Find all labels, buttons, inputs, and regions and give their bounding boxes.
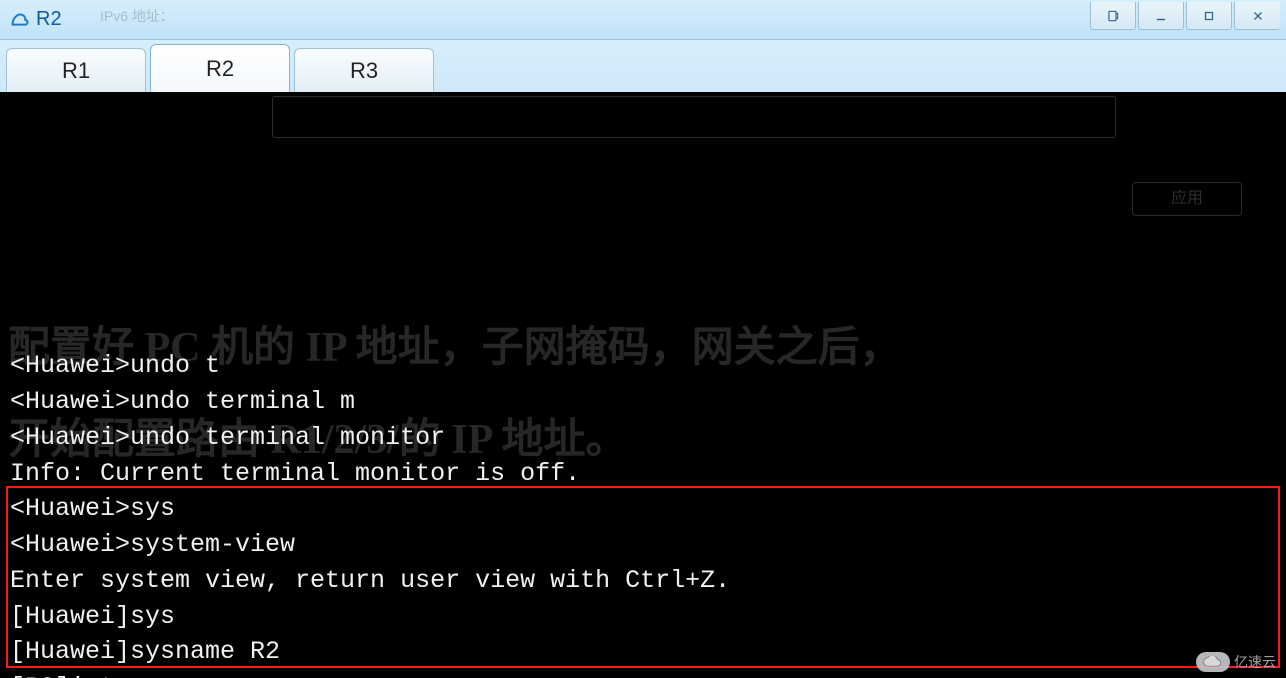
- term-line: Info: Current terminal monitor is off.: [10, 459, 580, 488]
- term-line: Enter system view, return user view with…: [10, 566, 730, 595]
- settings-button[interactable]: [1090, 2, 1136, 30]
- app-icon: [8, 9, 30, 31]
- watermark: 亿速云: [1196, 652, 1276, 672]
- term-line: [R2]int: [10, 673, 115, 678]
- maximize-button[interactable]: [1186, 2, 1232, 30]
- bg-apply-button: 应用: [1132, 182, 1242, 216]
- term-line: <Huawei>sys: [10, 494, 175, 523]
- term-line: <Huawei>undo terminal m: [10, 387, 355, 416]
- bg-ipv6-label: IPv6 地址：: [100, 6, 174, 26]
- term-line: <Huawei>system-view: [10, 530, 295, 559]
- close-button[interactable]: [1234, 2, 1280, 30]
- tab-r2[interactable]: R2: [150, 44, 290, 92]
- titlebar: R2 IPv6 地址：: [0, 0, 1286, 40]
- terminal-pane[interactable]: 应用 配置好 PC 机的 IP 地址，子网掩码，网关之后， 开始配置路由 R1/…: [0, 92, 1286, 678]
- window-controls: [1090, 2, 1280, 30]
- watermark-text: 亿速云: [1234, 652, 1276, 672]
- term-line: <Huawei>undo terminal monitor: [10, 423, 445, 452]
- tab-bar: 前缀长度： 128 R1 R2 R3: [0, 40, 1286, 92]
- cloud-icon: [1196, 652, 1230, 672]
- term-line: <Huawei>undo t: [10, 351, 220, 380]
- term-line: [Huawei]sys: [10, 602, 175, 631]
- tab-r1[interactable]: R1: [6, 48, 146, 92]
- window-title: R2: [36, 8, 62, 31]
- term-line: [Huawei]sysname R2: [10, 637, 280, 666]
- terminal-output: <Huawei>undo t <Huawei>undo terminal m <…: [10, 348, 1276, 678]
- bg-input-outline: [272, 96, 1116, 138]
- app-window: R2 IPv6 地址： 前缀长度： 128 R1 R2 R3: [0, 0, 1286, 678]
- minimize-button[interactable]: [1138, 2, 1184, 30]
- tab-r3[interactable]: R3: [294, 48, 434, 92]
